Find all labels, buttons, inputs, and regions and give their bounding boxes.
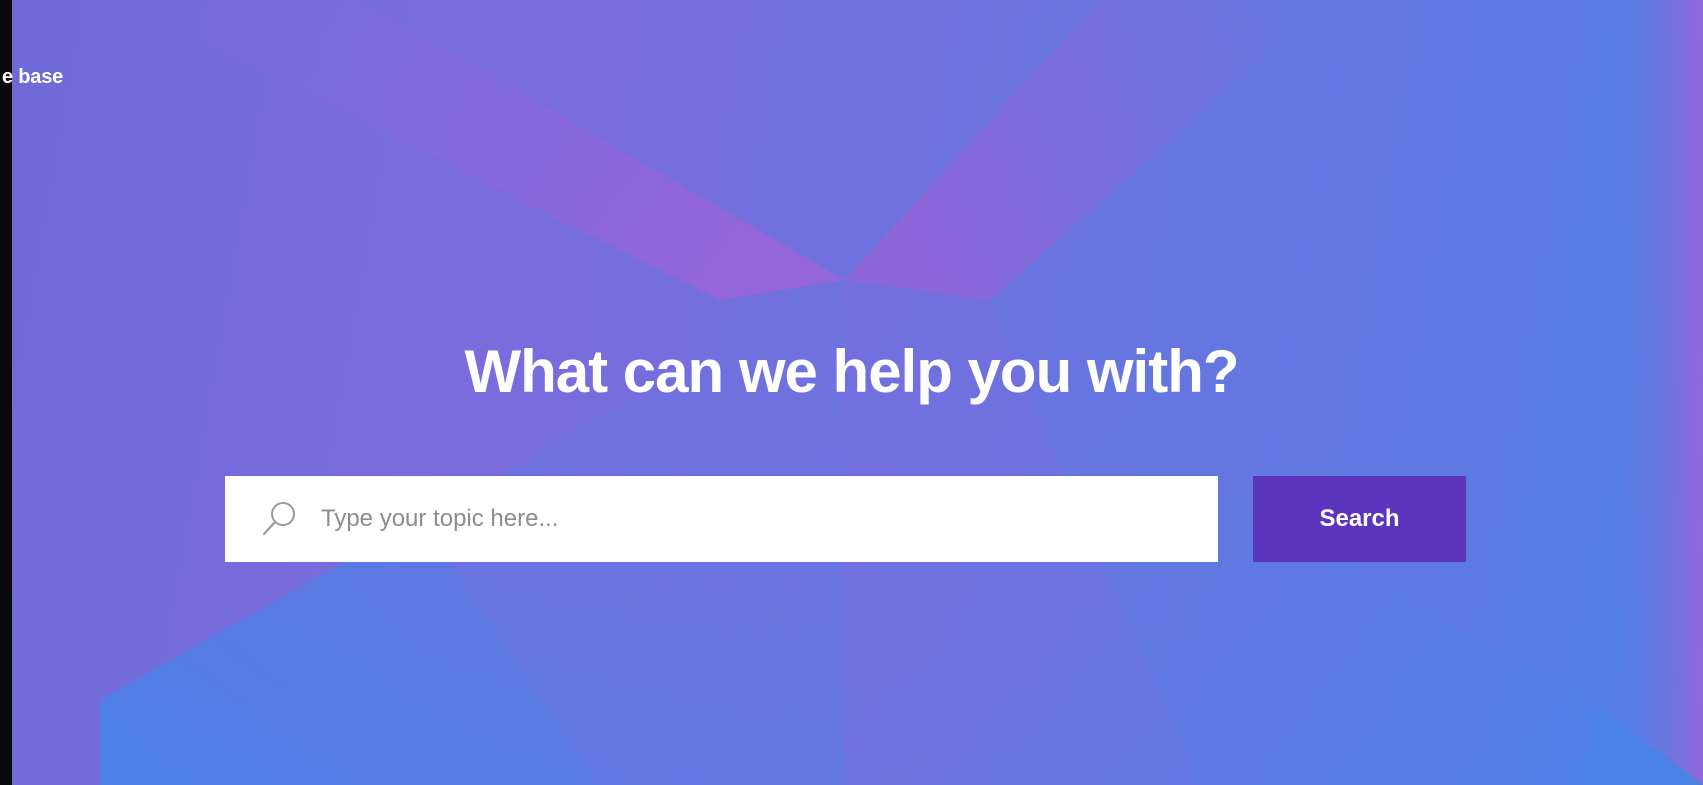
knowledge-base-link[interactable]: e base bbox=[2, 66, 63, 89]
page-title: What can we help you with? bbox=[464, 338, 1239, 405]
search-button[interactable]: Search bbox=[1253, 476, 1466, 562]
search-input[interactable] bbox=[321, 476, 1218, 562]
search-bar[interactable] bbox=[225, 476, 1218, 562]
search-icon bbox=[257, 497, 301, 541]
